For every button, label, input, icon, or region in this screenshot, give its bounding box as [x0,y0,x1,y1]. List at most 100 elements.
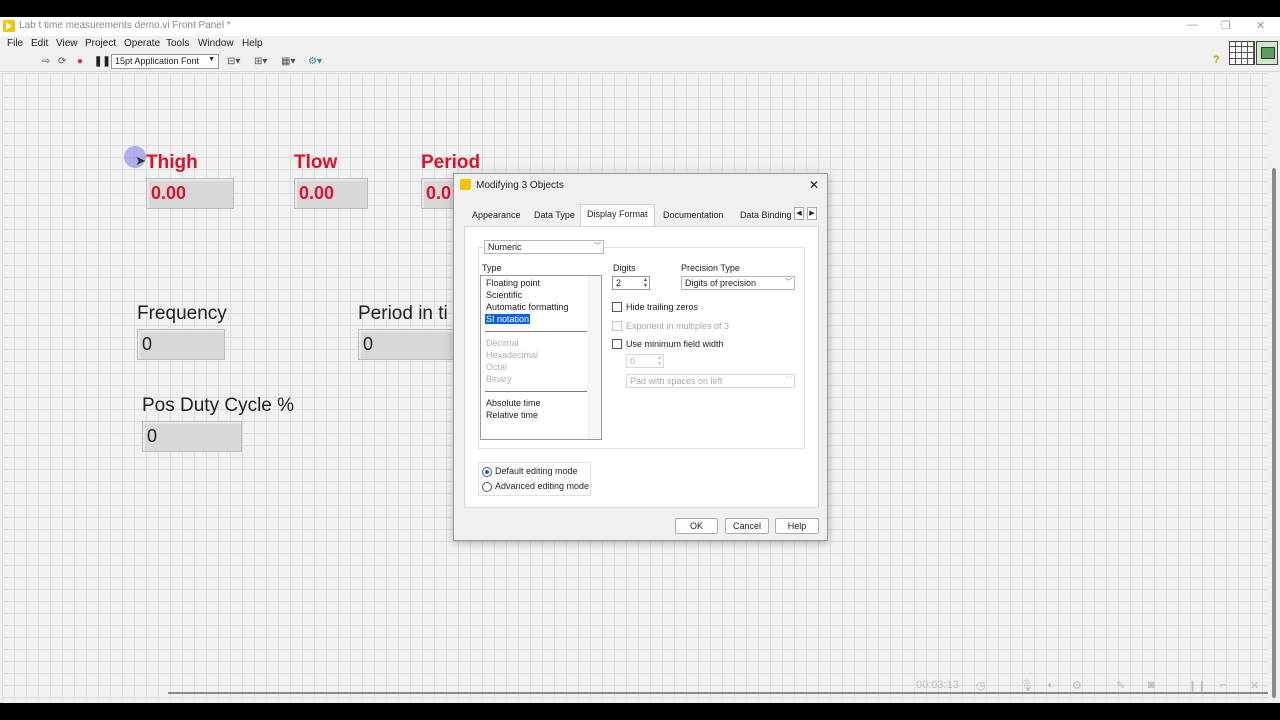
tab-data-type[interactable]: Data Type [528,208,581,226]
format-category-value: Numeric [488,242,522,252]
tab-display-format[interactable]: Display Format [580,204,655,226]
font-select[interactable]: 15pt Application Font ▼ [111,54,219,69]
video-player-overlay: 00:03:13 ◷ 🎙︎ ◖ ⚙ ✎ ◙ ❙❙ ⌐ ✕ [910,674,1270,698]
speaker-muted-icon[interactable]: ◖ [1046,679,1053,691]
minimum-field-width-checkbox[interactable] [612,339,622,349]
stepper-arrows-icon[interactable]: ▲ ▼ [643,277,648,289]
type-floating-point[interactable]: Floating point [486,278,540,288]
type-automatic-formatting[interactable]: Automatic formatting [486,302,569,312]
exponent-multiples-label: Exponent in multiples of 3 [626,321,730,331]
menu-edit[interactable]: Edit [31,38,48,49]
connector-pane-icon[interactable] [1229,41,1255,65]
close-icon[interactable]: ✕ [1256,19,1265,32]
camera-icon[interactable]: ◙ [1148,679,1155,691]
menu-window[interactable]: Window [198,38,234,49]
precision-type-value: Digits of precision [685,278,757,288]
menu-tools[interactable]: Tools [166,38,189,49]
maximize-icon[interactable]: ❐ [1221,19,1231,32]
period-indicator[interactable]: 0.0 [421,178,455,209]
font-select-value: 15pt Application Font [115,56,200,66]
type-list[interactable]: Floating point Scientific Automatic form… [480,275,602,440]
period-in-time-label: Period in ti [358,303,448,324]
mouse-pointer-icon: ➤ [135,153,146,168]
dialog-close-icon[interactable]: ✕ [809,178,819,192]
chevron-down-icon: ▼ [208,56,215,63]
pause-icon[interactable]: ❙❙ [1188,679,1206,692]
labview-dialog-icon [460,179,471,190]
playback-time: 00:03:13 [916,679,959,691]
tlow-value: 0.00 [299,183,335,203]
minimize-icon[interactable]: — [1187,19,1198,31]
menu-help[interactable]: Help [242,38,263,49]
default-editing-mode-radio[interactable] [482,467,492,477]
type-hexadecimal: Hexadecimal [486,350,539,360]
type-binary: Binary [486,374,512,384]
period-in-time-value: 0 [363,334,374,354]
list-scrollbar[interactable] [588,276,601,439]
period-label: Period [421,152,481,173]
duty-cycle-value: 0 [147,426,158,446]
thigh-value: 0.00 [151,183,187,203]
padding-value: Pad with spaces on left [630,376,723,386]
frequency-value: 0 [142,334,153,354]
settings-icon[interactable]: ⚙ [1072,679,1082,692]
digits-label: Digits [613,263,636,273]
type-scientific[interactable]: Scientific [486,290,522,300]
chevron-down-icon: ﹀ [594,243,601,250]
type-si-notation[interactable]: SI notation [485,314,531,324]
frequency-indicator[interactable]: 0 [137,329,225,360]
tab-appearance[interactable]: Appearance [466,208,527,226]
distribute-objects-icon[interactable]: ⊞▾ [254,56,267,67]
pause-icon[interactable]: ❚❚ [94,56,111,67]
list-divider [485,391,587,392]
vertical-scrollbar-thumb[interactable] [1272,168,1276,698]
context-help-icon[interactable]: ? [1213,54,1220,66]
hide-trailing-zeros-checkbox[interactable] [612,302,622,312]
duty-cycle-label: Pos Duty Cycle % [142,395,295,416]
vertical-scrollbar[interactable] [1270,73,1278,703]
digits-stepper[interactable]: 2 ▲ ▼ [612,276,650,290]
type-absolute-time[interactable]: Absolute time [486,398,541,408]
tlow-indicator[interactable]: 0.00 [294,178,368,209]
hide-trailing-zeros-label: Hide trailing zeros [626,302,699,312]
reorder-icon[interactable]: ⚙▾ [308,56,322,67]
exponent-multiples-checkbox [612,321,622,331]
dialog-title: Modifying 3 Objects [476,180,564,191]
cancel-button[interactable]: Cancel [725,518,769,534]
run-arrow-icon[interactable]: ⇨ [42,56,50,67]
tab-scroll-left-icon[interactable]: ◀ [794,207,804,220]
help-button[interactable]: Help [775,518,819,534]
format-category-select[interactable]: Numeric ﹀ [484,240,604,254]
menu-project[interactable]: Project [85,38,116,49]
ok-button[interactable]: OK [675,518,718,534]
history-icon[interactable]: ◷ [976,679,986,692]
padding-select: Pad with spaces on left ﹀ [626,374,795,388]
align-objects-icon[interactable]: ⊟▾ [227,56,240,67]
toolbar: ⇨ ⟳ ● ❚❚ 15pt Application Font ▼ ⊟▾ ⊞▾ ▦… [0,52,1280,72]
abort-icon[interactable]: ● [77,56,83,67]
tab-data-binding[interactable]: Data Binding [734,208,798,226]
list-divider [485,331,587,332]
type-relative-time[interactable]: Relative time [486,410,538,420]
microphone-icon[interactable]: 🎙︎ [1020,679,1034,692]
stop-icon[interactable]: ⌐ [1220,679,1226,691]
duty-cycle-indicator[interactable]: 0 [142,421,242,452]
period-value: 0.0 [426,183,452,203]
run-continuously-icon[interactable]: ⟳ [58,56,66,67]
advanced-editing-mode-radio[interactable] [482,482,492,492]
menu-operate[interactable]: Operate [124,38,160,49]
precision-type-select[interactable]: Digits of precision ﹀ [681,276,795,290]
close-icon[interactable]: ✕ [1250,679,1259,692]
menu-file[interactable]: File [7,38,23,49]
period-in-time-indicator[interactable]: 0 [358,329,454,360]
vi-icon[interactable] [1256,41,1278,65]
tab-documentation[interactable]: Documentation [657,208,730,226]
screen: Lab t time measurements demo.vi Front Pa… [0,0,1280,720]
menu-view[interactable]: View [56,38,78,49]
pen-icon[interactable]: ✎ [1116,679,1125,692]
tab-scroll-right-icon[interactable]: ▶ [807,207,817,220]
resize-objects-icon[interactable]: ▦▾ [281,56,295,67]
precision-type-label: Precision Type [681,263,740,273]
chevron-down-icon: ﹀ [785,279,792,286]
thigh-indicator[interactable]: 0.00 [146,178,234,209]
